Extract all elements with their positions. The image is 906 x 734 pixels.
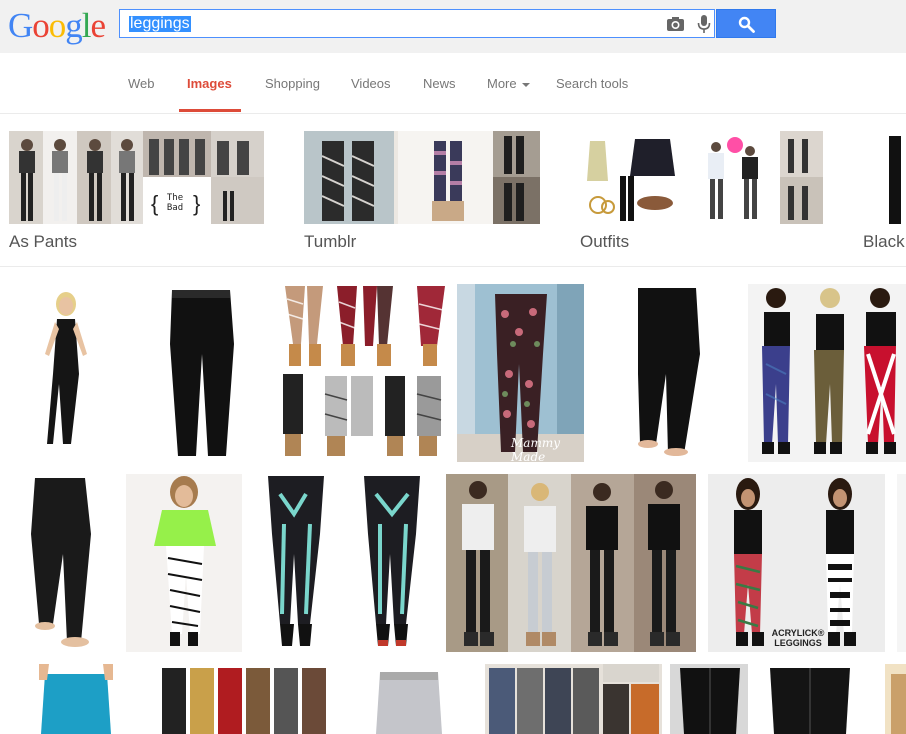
image-results-grid: Mammy Made ACRYLICK® LEGGINGS: [0, 267, 906, 734]
image-result[interactable]: [134, 284, 264, 462]
brace-right: }: [193, 191, 201, 216]
search-query-text[interactable]: leggings: [129, 16, 191, 32]
image-result[interactable]: [885, 664, 906, 734]
related-thumbnail: [304, 131, 540, 224]
related-label: Black: [863, 232, 905, 251]
related-thumbnail: The Bad { }: [9, 131, 264, 224]
brand-logo-text: ACRYLICK® LEGGINGS: [766, 628, 830, 648]
image-result[interactable]: [126, 474, 242, 652]
image-watermark: Mammy Made: [511, 436, 560, 462]
tab-videos[interactable]: Videos: [351, 76, 391, 91]
image-result[interactable]: [897, 474, 906, 652]
related-searches: The Bad { } As Pants Tumblr Outfits Blac…: [0, 114, 906, 267]
logo-letter: o: [48, 6, 66, 45]
related-label: As Pants: [9, 232, 78, 251]
tab-more[interactable]: More: [487, 76, 530, 91]
tab-images[interactable]: Images: [187, 76, 232, 91]
brand-name: ACRYLICK®: [771, 628, 825, 638]
image-result[interactable]: [346, 664, 473, 734]
logo-letter: g: [65, 6, 82, 45]
logo-letter: o: [32, 6, 49, 45]
image-result[interactable]: ACRYLICK® LEGGINGS: [708, 474, 885, 652]
image-result[interactable]: [156, 664, 334, 734]
google-logo[interactable]: Google: [8, 6, 107, 45]
image-result[interactable]: [9, 474, 114, 652]
related-thumbnail: [580, 131, 823, 224]
chevron-down-icon: [521, 82, 530, 87]
image-result[interactable]: [596, 284, 736, 462]
brand-subtitle: LEGGINGS: [774, 638, 822, 648]
image-result[interactable]: [446, 474, 696, 652]
search-input[interactable]: leggings: [119, 9, 715, 38]
image-result[interactable]: [9, 664, 144, 734]
related-label: Outfits: [580, 232, 630, 251]
camera-icon[interactable]: [666, 16, 685, 37]
microphone-icon[interactable]: [697, 14, 711, 39]
tab-more-label: More: [487, 76, 517, 91]
image-result[interactable]: [670, 664, 875, 734]
image-result[interactable]: [254, 474, 434, 652]
image-result[interactable]: Mammy Made: [457, 284, 584, 462]
collage-text: The Bad: [166, 193, 184, 213]
image-result[interactable]: [748, 284, 906, 462]
tab-shopping[interactable]: Shopping: [265, 76, 320, 91]
logo-letter: G: [8, 6, 33, 45]
related-label: Tumblr: [304, 232, 357, 251]
tab-search-tools[interactable]: Search tools: [556, 76, 628, 91]
active-tab-indicator: [179, 109, 241, 112]
header: Google leggings: [0, 0, 906, 53]
logo-letter: e: [90, 6, 107, 45]
image-result[interactable]: [9, 284, 122, 462]
tab-web[interactable]: Web: [128, 76, 155, 91]
search-button[interactable]: [716, 9, 776, 38]
image-result[interactable]: [485, 664, 662, 734]
logo-letter: l: [81, 6, 92, 45]
magnifier-icon: [738, 16, 755, 33]
related-thumbnail: [863, 131, 906, 224]
image-result[interactable]: [277, 284, 446, 462]
tab-news[interactable]: News: [423, 76, 456, 91]
search-tabs: Web Images Shopping Videos News More Sea…: [0, 53, 906, 114]
brace-left: {: [151, 191, 159, 216]
